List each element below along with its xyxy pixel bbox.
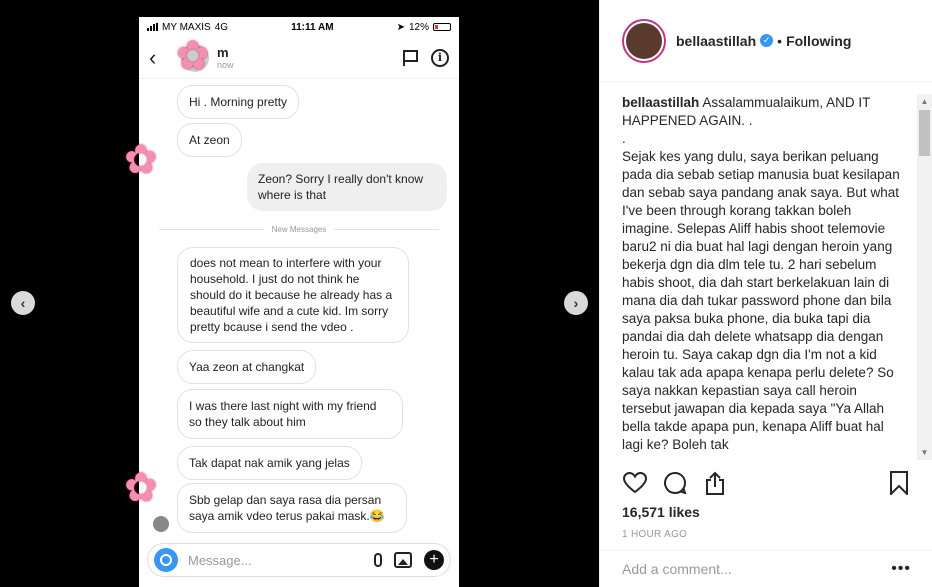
avatar[interactable] xyxy=(622,18,666,63)
message-bubble: Yaa zeon at changkat xyxy=(177,350,317,384)
flag-icon xyxy=(403,49,418,66)
more-options-icon[interactable]: ••• xyxy=(891,560,911,578)
signal-icon xyxy=(147,23,158,31)
comment-box: ••• xyxy=(600,550,932,587)
verified-icon: ✓ xyxy=(760,34,774,47)
camera-icon xyxy=(154,548,178,572)
flower-sticker-icon: ✿ xyxy=(124,466,158,510)
previous-media-button[interactable]: ‹ xyxy=(11,291,35,315)
following-button[interactable]: Following xyxy=(786,33,851,49)
gallery-icon xyxy=(394,552,412,568)
message-bubble: Sbb gelap dan saya rasa dia persan saya … xyxy=(177,483,407,533)
instagram-post-viewer: MY MAXIS 4G 11:11 AM ➤ 12% ‹ m now i Hi … xyxy=(0,0,932,587)
comment-input[interactable] xyxy=(622,561,892,577)
carrier-label: MY MAXIS xyxy=(162,21,211,33)
message-bubble: Zeon? Sorry I really don't know where is… xyxy=(247,163,447,211)
scroll-down-icon[interactable]: ▼ xyxy=(917,445,932,460)
battery-icon xyxy=(433,23,451,31)
new-messages-divider: New Messages xyxy=(159,224,439,234)
contact-name: m xyxy=(217,45,229,60)
separator-dot: • xyxy=(777,32,783,49)
location-icon: ➤ xyxy=(396,21,405,33)
flower-sticker-icon: ✿ xyxy=(176,34,210,78)
next-media-button[interactable]: › xyxy=(564,291,588,315)
microphone-icon xyxy=(374,553,382,567)
post-actions xyxy=(622,470,912,496)
message-input xyxy=(188,552,374,568)
info-icon: i xyxy=(431,48,449,67)
post-time[interactable]: 1 HOUR AGO xyxy=(622,529,687,540)
message-bubble: does not mean to interfere with your hou… xyxy=(177,247,409,343)
share-icon[interactable] xyxy=(702,470,728,496)
caption-body: Sejak kes yang dulu, saya berikan peluan… xyxy=(622,149,900,452)
scroll-up-icon[interactable]: ▲ xyxy=(917,94,932,109)
clock: 11:11 AM xyxy=(291,21,334,33)
avatar xyxy=(153,516,169,532)
back-arrow-icon: ‹ xyxy=(149,44,157,70)
message-bubble: Hi . Morning pretty xyxy=(177,85,300,119)
scroll-thumb[interactable] xyxy=(919,110,930,156)
contact-status: now xyxy=(217,60,234,70)
caption: bellaastillah Assalammualaikum, AND IT H… xyxy=(622,94,902,460)
message-bubble: I was there last night with my friend so… xyxy=(177,389,403,439)
flower-sticker-icon: ✿ xyxy=(124,138,158,182)
message-bubble: Tak dapat nak amik yang jelas xyxy=(177,446,362,480)
comment-icon[interactable] xyxy=(662,470,688,496)
caption-username[interactable]: bellaastillah xyxy=(622,95,699,110)
post-side-panel: bellaastillah ✓ • Following bellaastilla… xyxy=(599,0,932,587)
caption-dot: . xyxy=(622,131,626,146)
divider-label: New Messages xyxy=(271,224,327,234)
message-bubble: At zeon xyxy=(177,123,242,157)
heart-icon[interactable] xyxy=(622,470,648,496)
message-composer: + xyxy=(147,543,451,577)
plus-icon: + xyxy=(424,550,444,570)
network-label: 4G xyxy=(214,21,229,33)
dm-screenshot: MY MAXIS 4G 11:11 AM ➤ 12% ‹ m now i Hi … xyxy=(139,17,459,587)
bookmark-icon[interactable] xyxy=(886,470,912,496)
battery-label: 12% xyxy=(408,21,429,33)
username-link[interactable]: bellaastillah xyxy=(676,33,756,49)
post-header: bellaastillah ✓ • Following xyxy=(600,0,932,82)
like-count[interactable]: 16,571 likes xyxy=(622,504,700,520)
post-media: MY MAXIS 4G 11:11 AM ➤ 12% ‹ m now i Hi … xyxy=(0,0,599,587)
caption-scrollbar[interactable]: ▲ ▼ xyxy=(917,94,932,460)
